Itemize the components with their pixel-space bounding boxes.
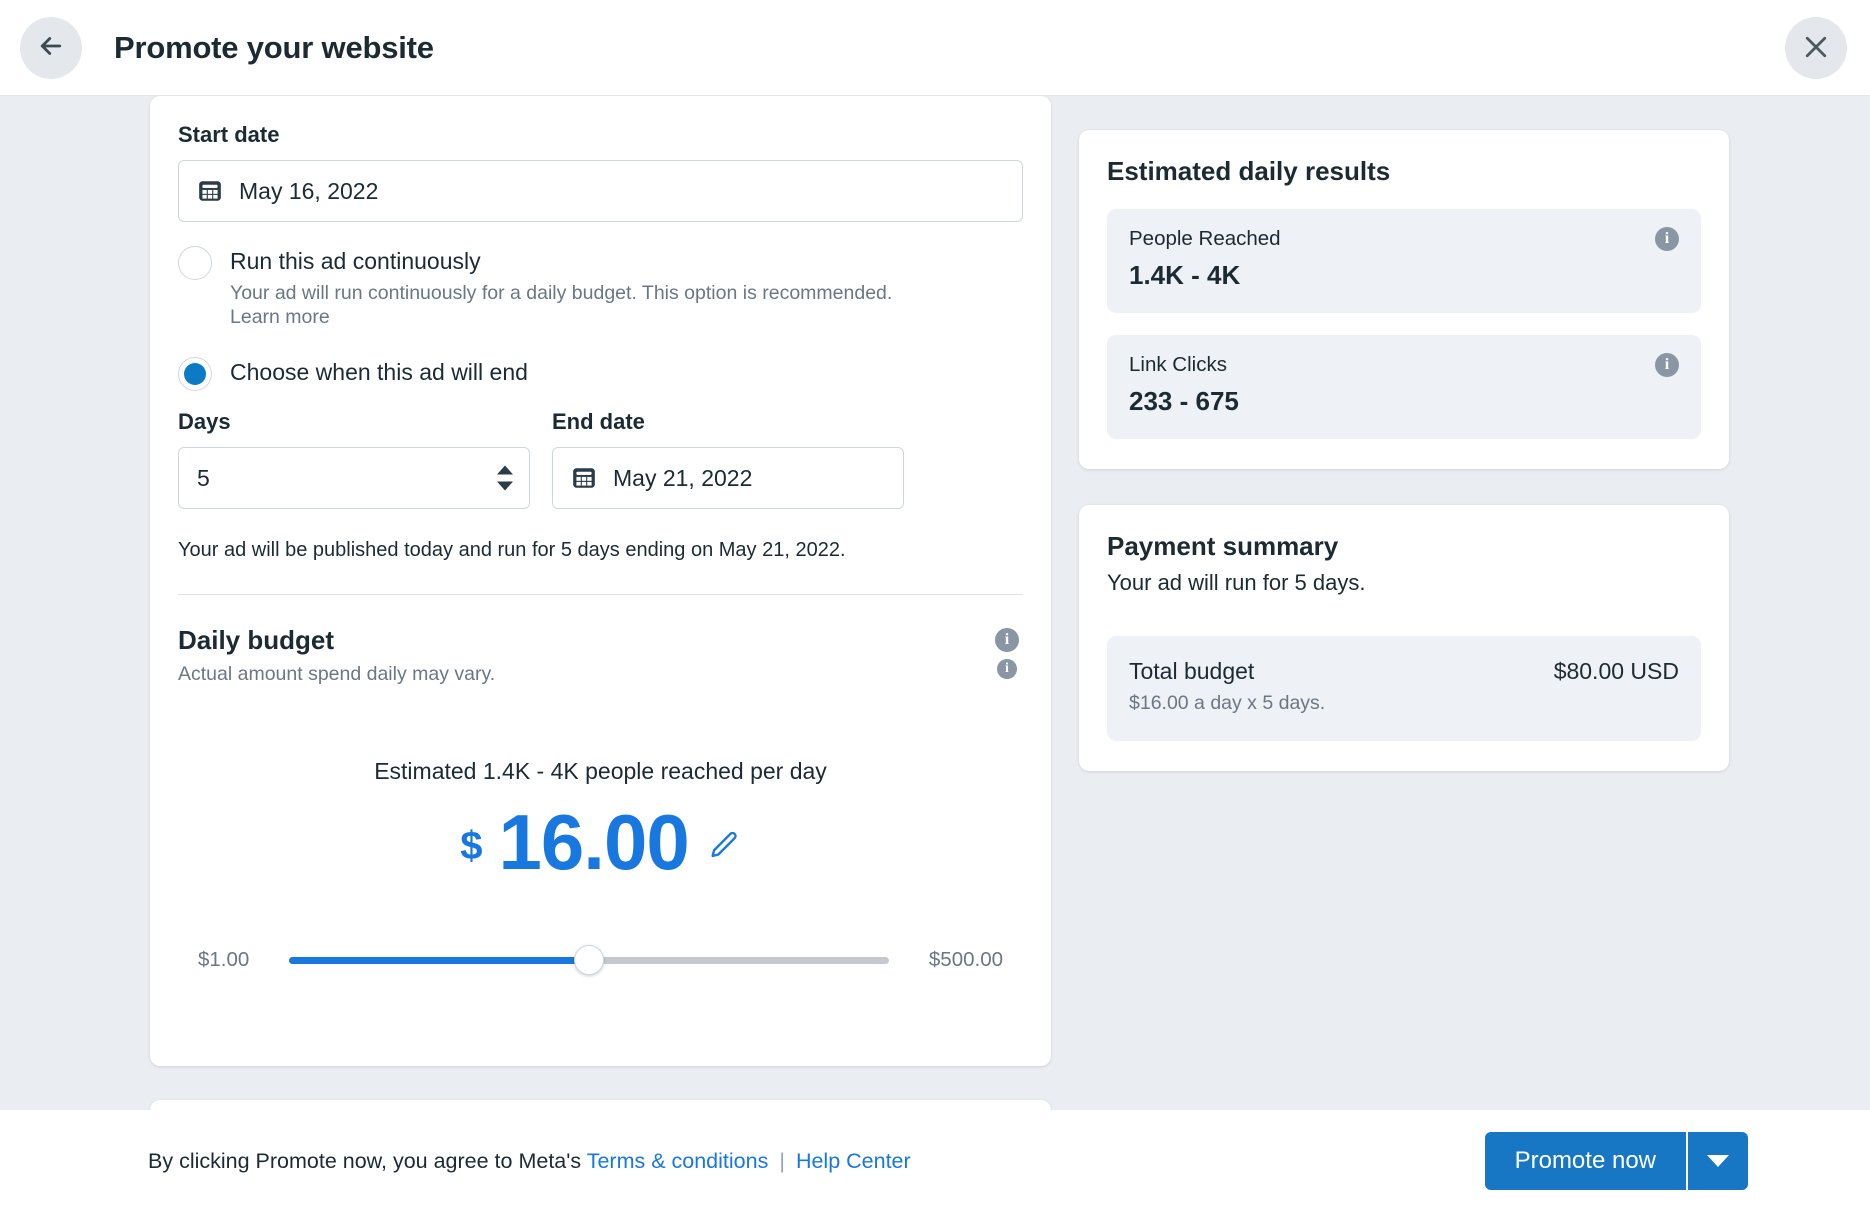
- metric-value: 1.4K - 4K: [1129, 260, 1281, 291]
- metric-label: Link Clicks: [1129, 353, 1239, 377]
- budget-amount-row: $ 16.00: [178, 803, 1023, 881]
- end-date-label: End date: [552, 409, 904, 435]
- calendar-icon: [571, 465, 597, 491]
- daily-budget-titles: Daily budget Actual amount spend daily m…: [178, 625, 495, 686]
- close-icon: [1801, 32, 1831, 65]
- legal-prefix: By clicking Promote now, you agree to Me…: [148, 1149, 587, 1173]
- footer-separator: |: [779, 1149, 785, 1173]
- stepper-up-icon[interactable]: [497, 466, 513, 475]
- promote-website-dialog: Promote your website Start date: [0, 0, 1870, 1212]
- terms-conditions-link[interactable]: Terms & conditions: [587, 1149, 769, 1173]
- close-button-wrap: [1785, 17, 1847, 79]
- close-button[interactable]: [1785, 17, 1847, 79]
- budget-slider[interactable]: [289, 945, 889, 975]
- dialog-header: Promote your website: [0, 0, 1870, 96]
- arrow-left-icon: [36, 31, 66, 64]
- start-date-label: Start date: [178, 96, 1023, 148]
- metric-value: 233 - 675: [1129, 386, 1239, 417]
- footer-legal-text: By clicking Promote now, you agree to Me…: [148, 1149, 911, 1174]
- radio-end-date-control[interactable]: [178, 357, 212, 391]
- schedule-helper-text: Your ad will be published today and run …: [178, 539, 1023, 562]
- days-input[interactable]: 5: [178, 447, 530, 509]
- budget-slider-row: $1.00 $500.00: [178, 945, 1023, 975]
- radio-continuous-text: Run this ad continuously Your ad will ru…: [230, 244, 892, 329]
- payment-summary-title: Payment summary: [1107, 531, 1701, 562]
- end-date-input[interactable]: May 21, 2022: [552, 447, 904, 509]
- chevron-down-icon: [1707, 1155, 1729, 1167]
- total-budget-breakdown: $16.00 a day x 5 days.: [1129, 692, 1679, 715]
- total-budget-row: Total budget $80.00 USD: [1129, 658, 1679, 685]
- promote-options-button[interactable]: [1686, 1132, 1748, 1190]
- slider-thumb[interactable]: [574, 945, 604, 975]
- learn-more-link[interactable]: Learn more: [230, 305, 892, 329]
- metric-people-reached: People Reached 1.4K - 4K i: [1107, 209, 1701, 313]
- total-budget-box: Total budget $80.00 USD $16.00 a day x 5…: [1107, 636, 1701, 741]
- daily-budget-subtitle: Actual amount spend daily may vary.: [178, 663, 495, 686]
- slider-track-fill: [289, 957, 589, 964]
- schedule-budget-card: Start date Ma: [150, 96, 1051, 1066]
- total-budget-label: Total budget: [1129, 658, 1254, 685]
- radio-continuous-label: Run this ad continuously: [230, 244, 892, 278]
- end-date-value: May 21, 2022: [613, 465, 752, 492]
- stepper-down-icon[interactable]: [497, 482, 513, 491]
- help-center-link[interactable]: Help Center: [796, 1149, 911, 1173]
- start-date-input[interactable]: May 16, 2022: [178, 160, 1023, 222]
- calendar-icon: [197, 178, 223, 204]
- metric-link-clicks-text: Link Clicks 233 - 675: [1129, 353, 1239, 417]
- days-enddate-row: Days 5 End date: [178, 409, 1023, 509]
- daily-budget-title: Daily budget: [178, 625, 495, 656]
- section-divider: [178, 594, 1023, 595]
- back-button-wrap: [20, 17, 82, 79]
- page-title: Promote your website: [114, 30, 434, 66]
- radio-option-end-date[interactable]: Choose when this ad will end: [178, 355, 1023, 391]
- info-icon[interactable]: i: [995, 628, 1019, 652]
- days-stepper-arrows[interactable]: [497, 466, 513, 491]
- start-date-value: May 16, 2022: [239, 178, 378, 205]
- daily-budget-header: Daily budget Actual amount spend daily m…: [178, 625, 1023, 686]
- days-value: 5: [197, 465, 210, 492]
- days-label: Days: [178, 409, 530, 435]
- end-date-field-group: End date: [552, 409, 904, 509]
- radio-option-continuous[interactable]: Run this ad continuously Your ad will ru…: [178, 244, 1023, 329]
- dialog-footer: By clicking Promote now, you agree to Me…: [0, 1110, 1870, 1212]
- budget-estimate-line: Estimated 1.4K - 4K people reached per d…: [178, 758, 1023, 785]
- right-column: Estimated daily results People Reached 1…: [1079, 130, 1729, 771]
- radio-end-date-text: Choose when this ad will end: [230, 355, 528, 391]
- info-icon[interactable]: i: [1655, 227, 1679, 251]
- payment-summary-card: Payment summary Your ad will run for 5 d…: [1079, 505, 1729, 771]
- radio-continuous-description-text: Your ad will run continuously for a dail…: [230, 282, 892, 304]
- left-column: Start date Ma: [150, 96, 1051, 1115]
- pencil-icon[interactable]: [707, 829, 741, 863]
- back-button[interactable]: [20, 17, 82, 79]
- budget-amount-value: 16.00: [499, 803, 689, 881]
- daily-budget-info-icons: i i: [995, 628, 1019, 679]
- slider-max-label: $500.00: [929, 948, 1003, 972]
- info-icon[interactable]: i: [997, 659, 1017, 679]
- metric-link-clicks: Link Clicks 233 - 675 i: [1107, 335, 1701, 439]
- days-field-group: Days 5: [178, 409, 530, 509]
- dialog-body[interactable]: Start date Ma: [0, 96, 1870, 1115]
- metric-label: People Reached: [1129, 227, 1281, 251]
- slider-min-label: $1.00: [198, 948, 249, 972]
- promote-now-button[interactable]: Promote now: [1485, 1132, 1686, 1190]
- currency-symbol: $: [460, 824, 482, 869]
- radio-continuous-description: Your ad will run continuously for a dail…: [230, 281, 892, 329]
- estimated-daily-results-card: Estimated daily results People Reached 1…: [1079, 130, 1729, 469]
- payment-summary-subtitle: Your ad will run for 5 days.: [1107, 570, 1701, 596]
- metric-people-reached-text: People Reached 1.4K - 4K: [1129, 227, 1281, 291]
- info-icon[interactable]: i: [1655, 353, 1679, 377]
- footer-actions: Promote now: [1485, 1132, 1748, 1190]
- total-budget-amount: $80.00 USD: [1554, 658, 1679, 685]
- estimated-results-title: Estimated daily results: [1107, 156, 1701, 187]
- radio-end-date-label: Choose when this ad will end: [230, 355, 528, 389]
- radio-continuous-control[interactable]: [178, 246, 212, 280]
